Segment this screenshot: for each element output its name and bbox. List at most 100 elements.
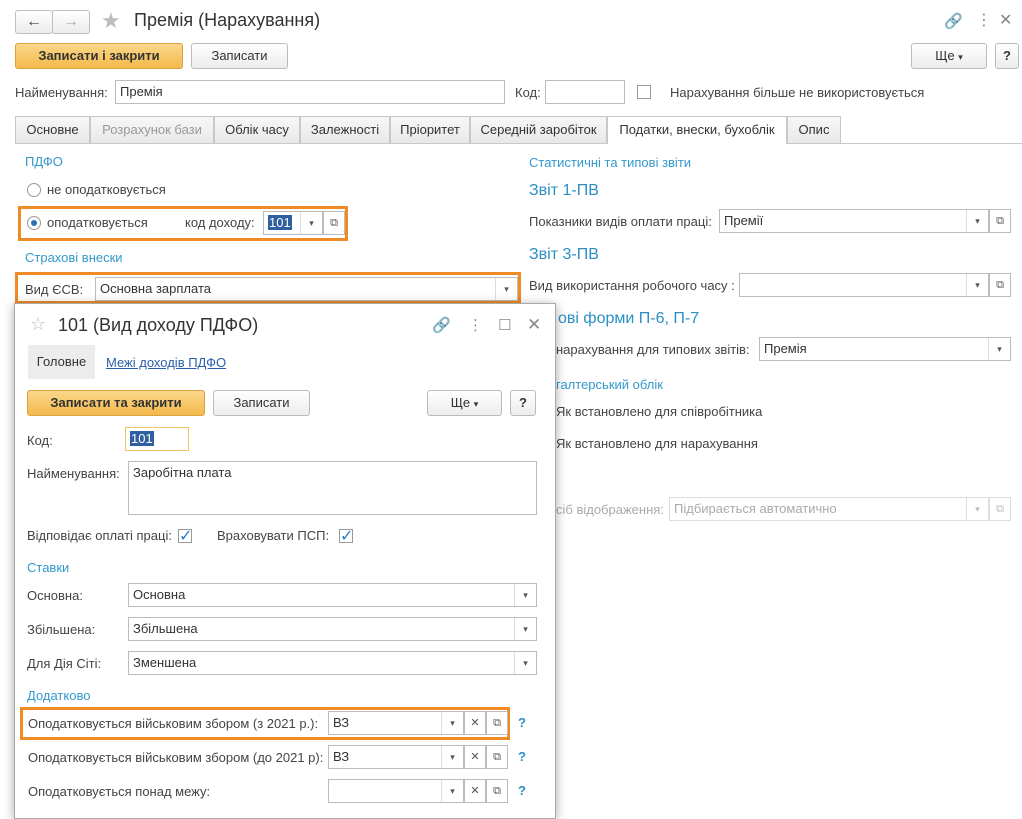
tab-dependencies[interactable]: Залежності (300, 116, 390, 143)
as-employee-option[interactable]: Як встановлено для співробітника (556, 404, 762, 419)
not-used-checkbox[interactable] (637, 85, 651, 99)
dialog-save-close-button[interactable]: Записати та закрити (27, 390, 205, 416)
work-time-dropdown[interactable]: ▾ (966, 274, 988, 296)
menu-dots-icon[interactable]: ⋮ (468, 316, 483, 334)
psp-checkbox[interactable]: ✓ (339, 529, 353, 545)
code-input[interactable] (545, 80, 625, 104)
clear-icon: ✕ (470, 717, 480, 729)
income-code-input[interactable]: 101 ▾ (263, 211, 323, 235)
military2021-help-icon[interactable]: ? (518, 715, 526, 730)
maximize-icon[interactable]: ☐ (498, 316, 511, 334)
name-label: Найменування: (15, 85, 108, 100)
military2021-input[interactable]: ВЗ ▾ (328, 711, 464, 735)
chevron-down-icon: ▾ (997, 344, 1002, 354)
psp-label: Враховувати ПСП: (217, 528, 330, 543)
dialog-code-input[interactable]: 101 (125, 427, 189, 451)
link-icon[interactable]: 🔗 (432, 316, 451, 334)
dialog-tab-main[interactable]: Головне (28, 345, 95, 379)
esv-input[interactable]: Основна зарплата ▾ (95, 277, 518, 301)
display-method-dropdown: ▾ (966, 498, 988, 520)
forms-p6-title: ові форми П-6, П-7 (558, 310, 700, 327)
diya-rate-label: Для Дія Сіті: (27, 656, 102, 671)
open-icon: ⧉ (996, 503, 1004, 515)
tab-priority[interactable]: Пріоритет (390, 116, 470, 143)
esv-dropdown[interactable]: ▾ (495, 278, 517, 300)
star-icon[interactable]: ★ (101, 8, 121, 34)
accrual-type-input[interactable]: Премія ▾ (759, 337, 1011, 361)
income-code-dropdown[interactable]: ▾ (300, 212, 322, 234)
income-code-open-button[interactable]: ⧉ (323, 211, 345, 235)
diya-rate-input[interactable]: Зменшена ▾ (128, 651, 537, 675)
military2021-label: Оподатковується військовим збором (з 202… (28, 716, 319, 731)
pay-types-input[interactable]: Премії ▾ (719, 209, 989, 233)
tab-description[interactable]: Опис (787, 116, 841, 143)
increased-rate-dropdown[interactable]: ▾ (514, 618, 536, 640)
tab-time-accounting[interactable]: Облік часу (214, 116, 300, 143)
pdfo-section-title: ПДФО (25, 154, 63, 169)
military-before-value: ВЗ (333, 749, 350, 764)
taxed-radio[interactable] (27, 216, 41, 230)
save-close-button[interactable]: Записати і закрити (15, 43, 183, 69)
pay-types-dropdown[interactable]: ▾ (966, 210, 988, 232)
military-before-dropdown[interactable]: ▾ (441, 746, 463, 768)
help-button[interactable]: ? (995, 43, 1019, 69)
extra-section-title: Додатково (27, 688, 91, 703)
basic-rate-input[interactable]: Основна ▾ (128, 583, 537, 607)
military-before-help-icon[interactable]: ? (518, 749, 526, 764)
above-limit-input[interactable]: ▾ (328, 779, 464, 803)
military2021-dropdown[interactable]: ▾ (441, 712, 463, 734)
military2021-clear-button[interactable]: ✕ (464, 711, 486, 735)
tab-average-earnings[interactable]: Середній заробіток (470, 116, 607, 143)
above-limit-open-button[interactable]: ⧉ (486, 779, 508, 803)
chevron-down-icon: ▾ (975, 280, 980, 290)
above-limit-help-icon[interactable]: ? (518, 783, 526, 798)
as-accrual-option[interactable]: Як встановлено для нарахування (556, 436, 758, 451)
corresponds-checkbox[interactable]: ✓ (178, 529, 192, 545)
accrual-type-value: Премія (764, 341, 807, 356)
close-icon[interactable]: ✕ (527, 315, 541, 335)
save-button[interactable]: Записати (191, 43, 288, 69)
dialog-help-button[interactable]: ? (510, 390, 536, 416)
increased-rate-value: Збільшена (133, 621, 198, 636)
above-limit-label: Оподатковується понад межу: (28, 784, 211, 799)
chevron-down-icon: ▾ (473, 399, 479, 409)
dialog-more-button[interactable]: Ще ▾ (427, 390, 502, 416)
above-limit-dropdown[interactable]: ▾ (441, 780, 463, 802)
back-button[interactable]: ← (15, 10, 53, 34)
basic-rate-dropdown[interactable]: ▾ (514, 584, 536, 606)
name-input[interactable]: Премія (115, 80, 505, 104)
forward-button[interactable]: → (52, 10, 90, 34)
chevron-down-icon: ▾ (504, 284, 509, 294)
pay-types-value: Премії (724, 213, 764, 228)
report-1pv-title: Звіт 1-ПВ (529, 182, 599, 199)
accrual-type-dropdown[interactable]: ▾ (988, 338, 1010, 360)
dialog-save-button[interactable]: Записати (213, 390, 310, 416)
military-before-input[interactable]: ВЗ ▾ (328, 745, 464, 769)
work-time-input[interactable]: ▾ (739, 273, 989, 297)
chevron-down-icon: ▾ (975, 504, 980, 514)
open-icon: ⧉ (493, 785, 501, 797)
pay-types-open-button[interactable]: ⧉ (989, 209, 1011, 233)
military-before-clear-button[interactable]: ✕ (464, 745, 486, 769)
work-time-open-button[interactable]: ⧉ (989, 273, 1011, 297)
close-icon[interactable]: ✕ (999, 10, 1012, 30)
dialog-tab-limits[interactable]: Межі доходів ПДФО (106, 355, 226, 370)
tab-content-border (15, 143, 1022, 144)
increased-rate-input[interactable]: Збільшена ▾ (128, 617, 537, 641)
tab-taxes[interactable]: Податки, внески, бухоблік (607, 116, 787, 144)
work-time-label: Вид використання робочого часу : (529, 278, 735, 293)
tab-main[interactable]: Основне (15, 116, 90, 143)
military2021-open-button[interactable]: ⧉ (486, 711, 508, 735)
dialog-name-textarea[interactable]: Заробітна плата (128, 461, 537, 515)
menu-dots-icon[interactable]: ⋮ (976, 10, 992, 30)
tab-base-calc[interactable]: Розрахунок бази (90, 116, 214, 143)
above-limit-clear-button[interactable]: ✕ (464, 779, 486, 803)
chevron-down-icon: ▾ (975, 216, 980, 226)
military-before-open-button[interactable]: ⧉ (486, 745, 508, 769)
diya-rate-dropdown[interactable]: ▾ (514, 652, 536, 674)
star-icon[interactable]: ☆ (30, 314, 46, 335)
link-icon[interactable]: 🔗 (944, 12, 963, 30)
not-taxed-radio[interactable] (27, 183, 41, 197)
more-button[interactable]: Ще ▾ (911, 43, 987, 69)
chevron-down-icon: ▾ (523, 590, 528, 600)
